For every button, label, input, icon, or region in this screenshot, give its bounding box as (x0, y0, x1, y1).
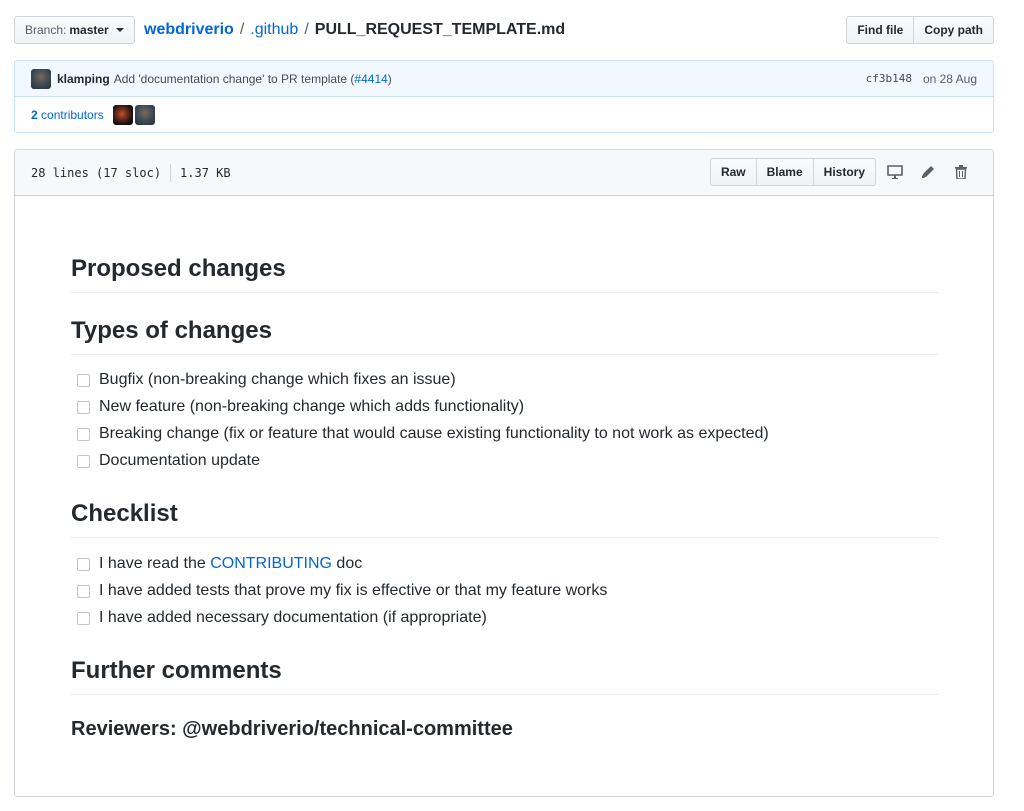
heading-proposed-changes: Proposed changes (71, 254, 938, 293)
file-header: 28 lines (17 sloc) 1.37 KB Raw Blame His… (15, 150, 993, 196)
trash-icon (954, 165, 967, 179)
file-actions: Raw Blame History (709, 158, 977, 186)
commit-pr-link[interactable]: #4414 (354, 72, 387, 86)
history-button[interactable]: History (813, 158, 876, 186)
task-text: Breaking change (fix or feature that wou… (99, 425, 769, 442)
task-list-item: Documentation update (77, 451, 260, 471)
breadcrumb-folder-link[interactable]: .github (250, 18, 298, 42)
contributors-label: contributors (41, 108, 104, 122)
commit-message[interactable]: Add 'documentation change' to PR templat… (114, 72, 392, 86)
contributors-row: 2 contributors (15, 97, 993, 132)
chevron-down-icon (115, 28, 124, 32)
heading-further-comments: Further comments (71, 656, 938, 695)
file-info: 28 lines (17 sloc) 1.37 KB (31, 163, 231, 182)
commit-date: on 28 Aug (922, 72, 977, 86)
branch-select-button[interactable]: Branch: master (14, 16, 135, 44)
raw-button[interactable]: Raw (709, 158, 757, 186)
breadcrumb-file-name: PULL_REQUEST_TEMPLATE.md (314, 21, 566, 38)
task-checkbox (77, 373, 90, 387)
file-navigation: Branch: master webdriverio / .github / P… (14, 15, 994, 44)
delete-file-button[interactable] (944, 158, 977, 186)
task-list-item: Bugfix (non-breaking change which fixes … (77, 370, 456, 390)
task-list-item: I have read the CONTRIBUTING doc (77, 554, 362, 574)
task-text-part: doc (331, 555, 363, 572)
task-text: New feature (non-breaking change which a… (99, 398, 525, 415)
avatar[interactable] (112, 105, 133, 125)
commit-author[interactable]: klamping (57, 72, 110, 86)
task-text: I have read the CONTRIBUTING doc (99, 554, 362, 574)
breadcrumb-repo-link[interactable]: webdriverio (144, 18, 234, 42)
commit-meta: cf3b148 on 28 Aug (866, 61, 977, 97)
task-list-item: Breaking change (fix or feature that wou… (77, 424, 769, 444)
contributing-link[interactable]: CONTRIBUTING (210, 555, 332, 572)
task-checkbox (77, 400, 90, 414)
task-text: Documentation update (99, 452, 260, 469)
file-nav-buttons: Find file Copy path (846, 16, 994, 44)
breadcrumb-separator: / (304, 21, 309, 38)
desktop-icon (886, 165, 903, 179)
branch-name: master (69, 23, 109, 37)
file-info-divider (170, 163, 172, 182)
file-size: 1.37 KB (180, 165, 231, 180)
task-checkbox (77, 557, 90, 571)
heading-reviewers: Reviewers: @webdriverio/technical-commit… (71, 718, 513, 740)
edit-file-button[interactable] (911, 158, 944, 186)
commit-info-box: klamping Add 'documentation change' to P… (14, 60, 994, 133)
commit-message-end: ) (387, 71, 392, 86)
heading-checklist: Checklist (71, 499, 938, 538)
task-checkbox (77, 427, 90, 441)
commit-message-text: Add 'documentation change' to PR templat… (113, 71, 355, 86)
avatar[interactable] (31, 68, 51, 89)
file-line-count: 28 lines (17 sloc) (31, 165, 162, 180)
task-text: I have added tests that prove my fix is … (99, 582, 608, 599)
find-file-button[interactable]: Find file (846, 16, 915, 44)
file-viewer: 28 lines (17 sloc) 1.37 KB Raw Blame His… (14, 149, 994, 797)
task-text: I have added necessary documentation (if… (99, 609, 487, 626)
task-text-part: I have read the (99, 555, 211, 572)
pencil-icon (921, 166, 934, 178)
task-list-item: New feature (non-breaking change which a… (77, 397, 524, 417)
latest-commit-row: klamping Add 'documentation change' to P… (15, 61, 993, 97)
heading-types-of-changes: Types of changes (71, 316, 938, 355)
contributors-link[interactable]: 2 contributors (31, 108, 104, 122)
open-desktop-button[interactable] (878, 158, 911, 186)
breadcrumb: webdriverio / .github / PULL_REQUEST_TEM… (144, 18, 565, 42)
file-view-buttons: Raw Blame History (709, 158, 876, 186)
copy-path-button[interactable]: Copy path (914, 16, 994, 44)
task-checkbox (77, 611, 90, 625)
commit-sha-link[interactable]: cf3b148 (866, 61, 912, 97)
task-text: Bugfix (non-breaking change which fixes … (99, 371, 456, 388)
branch-label: Branch: (25, 23, 67, 37)
task-checkbox (77, 584, 90, 598)
avatar[interactable] (134, 105, 155, 125)
contributors-count: 2 (31, 108, 38, 122)
task-checkbox (77, 454, 90, 468)
breadcrumb-separator: / (239, 21, 245, 38)
task-list-item: I have added tests that prove my fix is … (77, 581, 607, 601)
task-list-item: I have added necessary documentation (if… (77, 608, 487, 628)
blame-button[interactable]: Blame (756, 158, 814, 186)
